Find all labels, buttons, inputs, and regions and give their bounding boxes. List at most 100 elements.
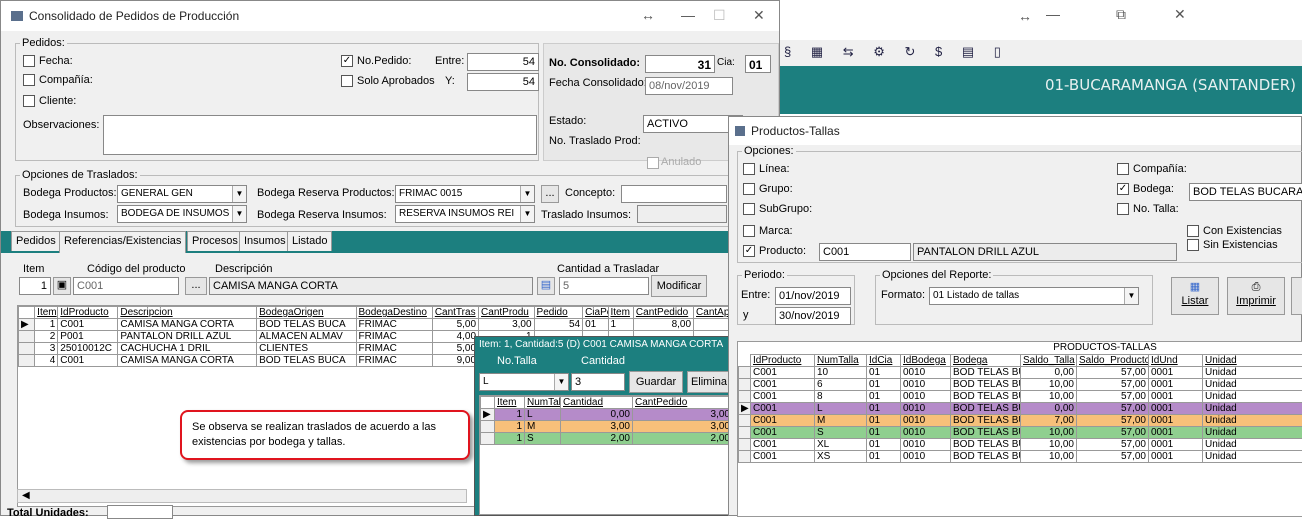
formato-select[interactable]: 01 Listado de tallas▼ bbox=[929, 287, 1139, 305]
column-header[interactable]: Unidad bbox=[1203, 355, 1302, 367]
column-header[interactable]: BodegaDestino bbox=[356, 307, 432, 319]
horizontal-scrollbar[interactable]: ◀ bbox=[17, 489, 467, 503]
linea-checkbox[interactable] bbox=[743, 163, 755, 175]
column-header[interactable]: Saldo_Talla bbox=[1021, 355, 1077, 367]
table-row[interactable]: 1S2,002,00 bbox=[481, 433, 732, 445]
table-row[interactable]: C001S010010BOD TELAS BUC10,0057,000001Un… bbox=[739, 427, 1302, 439]
column-header[interactable]: IdProducto bbox=[751, 355, 815, 367]
close-icon[interactable]: ✕ bbox=[1174, 6, 1186, 23]
minimize-icon[interactable]: — bbox=[681, 7, 695, 23]
anulado-checkbox[interactable] bbox=[647, 157, 659, 169]
talla-select[interactable]: L▼ bbox=[479, 373, 569, 391]
column-header[interactable]: IdBodega bbox=[901, 355, 951, 367]
column-header[interactable]: IdUnd bbox=[1149, 355, 1203, 367]
table-row[interactable]: C001XL010010BOD TELAS BUC10,0057,000001U… bbox=[739, 439, 1302, 451]
observaciones-textarea[interactable] bbox=[103, 115, 537, 155]
column-header[interactable]: Item bbox=[608, 307, 633, 319]
column-header[interactable]: Saldo_Producto bbox=[1077, 355, 1149, 367]
table-row[interactable]: ▶1C001CAMISA MANGA CORTABOD TELAS BUCAFR… bbox=[19, 319, 782, 331]
column-header[interactable]: CantProdu bbox=[479, 307, 534, 319]
table-row[interactable]: C001XS010010BOD TELAS BUC10,0057,000001U… bbox=[739, 451, 1302, 463]
fecha-consolidado-input[interactable]: 08/nov/2019 bbox=[645, 77, 733, 95]
row-indicator[interactable]: ▶ bbox=[481, 409, 495, 421]
tab-insumos[interactable]: Insumos bbox=[239, 231, 291, 251]
imprimir-button[interactable]: ⎙ Imprimir bbox=[1227, 277, 1285, 315]
table-row[interactable]: C0016010010BOD TELAS BUC10,0057,000001Un… bbox=[739, 379, 1302, 391]
fecha-desde-input[interactable]: 01/nov/2019 bbox=[775, 287, 851, 305]
tab-listado[interactable]: Listado bbox=[287, 231, 332, 251]
resize-icon[interactable]: ↔ bbox=[1018, 8, 1032, 24]
column-header[interactable]: CantTras bbox=[432, 307, 478, 319]
grupo-checkbox[interactable] bbox=[743, 183, 755, 195]
table-row[interactable]: ▶1L0,003,00 bbox=[481, 409, 732, 421]
maximize-icon[interactable]: ☐ bbox=[713, 7, 726, 24]
talla-cantidad-input[interactable]: 3 bbox=[571, 373, 625, 391]
row-indicator[interactable] bbox=[19, 355, 35, 367]
toolbar-icons[interactable]: § ▦ ⇆ ⚙ ↻ $ ▤ ▯ bbox=[784, 44, 1009, 59]
producto-ellipsis-button[interactable]: ... bbox=[185, 277, 207, 295]
column-header[interactable]: Item bbox=[35, 307, 58, 319]
row-indicator[interactable] bbox=[481, 421, 495, 433]
cantidad-input[interactable]: 5 bbox=[559, 277, 649, 295]
no-talla-checkbox[interactable] bbox=[1117, 203, 1129, 215]
reserva-productos-select[interactable]: FRIMAC 0015▼ bbox=[395, 185, 535, 203]
descripcion-input[interactable]: CAMISA MANGA CORTA bbox=[209, 277, 533, 295]
compania-checkbox[interactable] bbox=[23, 74, 35, 86]
no-consolidado-input[interactable]: 31 bbox=[645, 55, 715, 73]
column-header[interactable]: BodegaOrigen bbox=[257, 307, 356, 319]
calculator-button[interactable]: ▤ bbox=[537, 277, 555, 295]
row-indicator[interactable] bbox=[739, 427, 751, 439]
row-indicator[interactable] bbox=[739, 367, 751, 379]
table-row[interactable]: C001M010010BOD TELAS BUC7,0057,000001Uni… bbox=[739, 415, 1302, 427]
guardar-button[interactable]: Guardar bbox=[629, 371, 683, 393]
column-header[interactable]: Pedido bbox=[534, 307, 583, 319]
column-header[interactable]: CantPedido bbox=[633, 307, 693, 319]
table-row[interactable]: ▶C001L010010BOD TELAS BUC0,0057,000001Un… bbox=[739, 403, 1302, 415]
column-header[interactable]: Descripcion bbox=[118, 307, 257, 319]
subgrupo-checkbox[interactable] bbox=[743, 203, 755, 215]
row-indicator[interactable] bbox=[481, 433, 495, 445]
restore-icon[interactable]: ⧉ bbox=[1116, 6, 1126, 23]
bodega-input[interactable]: BOD TELAS BUCARAM bbox=[1189, 183, 1302, 201]
row-indicator[interactable] bbox=[739, 451, 751, 463]
row-indicator[interactable] bbox=[19, 331, 35, 343]
compania-checkbox[interactable] bbox=[1117, 163, 1129, 175]
row-indicator[interactable]: ▶ bbox=[19, 319, 35, 331]
con-existencias-checkbox[interactable] bbox=[1187, 225, 1199, 237]
tab-referencias-existencias[interactable]: Referencias/Existencias bbox=[59, 231, 186, 253]
row-indicator[interactable] bbox=[739, 391, 751, 403]
column-header[interactable]: IdProducto bbox=[58, 307, 118, 319]
extra-button[interactable] bbox=[1291, 277, 1302, 315]
column-header[interactable]: NumTalla bbox=[815, 355, 867, 367]
reserva-insumos-select[interactable]: RESERVA INSUMOS REI▼ bbox=[395, 205, 535, 223]
listar-button[interactable]: ▦ Listar bbox=[1171, 277, 1219, 315]
column-header[interactable]: IdCia bbox=[867, 355, 901, 367]
producto-name-input[interactable]: PANTALON DRILL AZUL bbox=[913, 243, 1177, 261]
table-row[interactable]: C0018010010BOD TELAS BUC10,0057,000001Un… bbox=[739, 391, 1302, 403]
sin-existencias-checkbox[interactable] bbox=[1187, 239, 1199, 251]
cliente-checkbox[interactable] bbox=[23, 95, 35, 107]
producto-code-input[interactable]: C001 bbox=[819, 243, 911, 261]
column-header[interactable]: CiaPe bbox=[583, 307, 608, 319]
table-row[interactable]: 1M3,003,00 bbox=[481, 421, 732, 433]
table-row[interactable]: C00110010010BOD TELAS BUC0,0057,000001Un… bbox=[739, 367, 1302, 379]
column-header[interactable]: Item bbox=[495, 397, 525, 409]
concepto-input[interactable] bbox=[621, 185, 727, 203]
search-button[interactable]: ▣ bbox=[53, 277, 71, 295]
entre-input[interactable]: 54 bbox=[467, 53, 539, 71]
fecha-hasta-input[interactable]: 30/nov/2019 bbox=[775, 307, 851, 325]
minimize-icon[interactable]: — bbox=[1046, 6, 1060, 22]
codigo-input[interactable]: C001 bbox=[73, 277, 179, 295]
concepto-ellipsis-button[interactable]: ... bbox=[541, 185, 559, 203]
column-header[interactable]: Cantidad bbox=[561, 397, 633, 409]
modificar-button[interactable]: Modificar bbox=[651, 275, 707, 297]
fecha-checkbox[interactable] bbox=[23, 55, 35, 67]
row-indicator[interactable] bbox=[19, 343, 35, 355]
close-icon[interactable]: ✕ bbox=[753, 7, 765, 24]
row-indicator[interactable] bbox=[739, 379, 751, 391]
eliminar-button[interactable]: Elimina bbox=[687, 371, 731, 393]
producto-checkbox[interactable]: ✓ bbox=[743, 245, 755, 257]
column-header[interactable]: NumTalla bbox=[525, 397, 561, 409]
traslado-insumos-input[interactable] bbox=[637, 205, 727, 223]
y-input[interactable]: 54 bbox=[467, 73, 539, 91]
